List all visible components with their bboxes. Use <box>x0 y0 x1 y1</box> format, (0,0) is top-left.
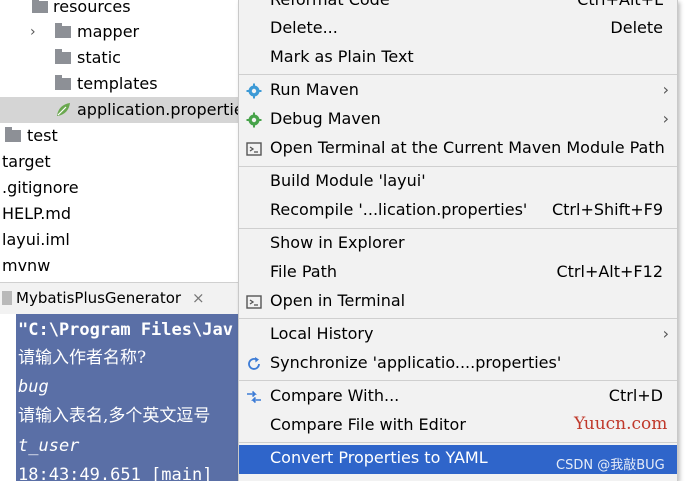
menu-item-shortcut: Ctrl+D <box>608 386 663 405</box>
menu-separator <box>239 228 677 229</box>
menu-item-show-in-explorer[interactable]: Show in Explorer <box>239 230 677 259</box>
menu-item-label: Compare File with Editor <box>270 415 466 434</box>
menu-item-label: Mark as Plain Text <box>270 47 414 66</box>
menu-item-label: Run Maven <box>270 80 359 99</box>
menu-item-label: Delete... <box>270 18 338 37</box>
menu-separator <box>239 442 677 443</box>
tree-item-label: layui.iml <box>2 230 70 249</box>
console-line: 请输入作者名称? <box>18 348 147 368</box>
tree-item-label: application.properties <box>77 100 252 119</box>
menu-item-label: Recompile '...lication.properties' <box>270 200 528 219</box>
menu-separator <box>239 380 677 381</box>
menu-separator <box>239 166 677 167</box>
terminal-icon <box>246 295 262 309</box>
menu-item-label: Open Terminal at the Current Maven Modul… <box>270 138 665 157</box>
chevron-right-icon[interactable]: › <box>30 19 36 45</box>
console-output[interactable]: "C:\Program Files\Jav 请输入作者名称? bug 请输入表名… <box>16 314 238 481</box>
folder-icon <box>55 49 71 64</box>
tree-item-label: .gitignore <box>2 178 79 197</box>
folder-icon <box>55 75 71 90</box>
menu-item-label: Convert Properties to YAML <box>270 448 488 467</box>
compare-arrows-icon <box>247 390 261 404</box>
menu-separator <box>239 318 677 319</box>
menu-item-compare-with[interactable]: Compare With... Ctrl+D <box>239 383 677 412</box>
menu-item-label: Show in Explorer <box>270 233 405 252</box>
menu-item-local-history[interactable]: Local History › <box>239 321 677 350</box>
console-line: t_user <box>18 436 80 456</box>
menu-item-recompile[interactable]: Recompile '...lication.properties' Ctrl+… <box>239 197 677 226</box>
console: "C:\Program Files\Jav 请输入作者名称? bug 请输入表名… <box>0 314 238 481</box>
chevron-right-icon: › <box>662 109 669 128</box>
console-line: "C:\Program Files\Jav <box>18 320 233 340</box>
tree-item-label: test <box>27 126 58 145</box>
tree-item-gitignore[interactable]: .gitignore <box>0 175 238 201</box>
tree-item-mapper[interactable]: › mapper <box>0 19 238 45</box>
tree-item-label: mvnw <box>2 256 51 275</box>
console-line: 18:43:49.651 [main] <box>18 465 213 481</box>
menu-item-mark-plain-text[interactable]: Mark as Plain Text <box>239 44 677 73</box>
menu-item-label: Build Module 'layui' <box>270 171 426 190</box>
menu-item-open-terminal-module[interactable]: Open Terminal at the Current Maven Modul… <box>239 135 677 164</box>
menu-item-shortcut: Ctrl+Alt+L <box>577 0 663 9</box>
menu-item-label: Local History <box>270 324 374 343</box>
chevron-right-icon: › <box>662 80 669 99</box>
run-tab-label[interactable]: MybatisPlusGenerator <box>16 289 181 307</box>
tree-item-iml[interactable]: layui.iml <box>0 227 238 253</box>
folder-icon <box>32 0 48 13</box>
tree-item-label: HELP.md <box>2 204 72 223</box>
console-line: bug <box>18 377 49 397</box>
tree-item-help[interactable]: HELP.md <box>0 201 238 227</box>
menu-item-shortcut: Delete <box>610 18 663 37</box>
tree-item-label: mapper <box>77 22 140 41</box>
tree-item-mvnw[interactable]: mvnw <box>0 253 238 279</box>
console-line: 请输入表名,多个英文逗号 <box>18 406 211 426</box>
tree-item-label: templates <box>77 74 158 93</box>
tree-item-resources[interactable]: resources <box>0 0 238 20</box>
chevron-right-icon: › <box>662 324 669 343</box>
tree-item-label: target <box>2 152 51 171</box>
menu-item-delete[interactable]: Delete... Delete <box>239 15 677 44</box>
terminal-icon <box>246 142 262 156</box>
gear-icon <box>246 83 262 99</box>
menu-item-label: Compare With... <box>270 386 400 405</box>
menu-item-build-module[interactable]: Build Module 'layui' <box>239 168 677 197</box>
site-watermark: Yuucn.com <box>574 414 668 434</box>
folder-icon <box>5 127 21 142</box>
tree-item-target[interactable]: target <box>0 149 238 175</box>
menu-item-synchronize[interactable]: Synchronize 'applicatio....properties' <box>239 350 677 379</box>
menu-item-label: Reformat Code <box>270 0 390 9</box>
menu-item-debug-maven[interactable]: Debug Maven › <box>239 106 677 135</box>
menu-item-reformat-code[interactable]: Reformat Code Ctrl+Alt+L <box>239 0 677 16</box>
menu-item-label: Synchronize 'applicatio....properties' <box>270 353 562 372</box>
tree-item-label: static <box>77 48 121 67</box>
folder-icon <box>55 23 71 38</box>
run-tab-bar: MybatisPlusGenerator × <box>0 282 238 316</box>
refresh-icon <box>248 357 260 370</box>
menu-item-open-in-terminal[interactable]: Open in Terminal <box>239 288 677 317</box>
menu-item-file-path[interactable]: File Path Ctrl+Alt+F12 <box>239 259 677 288</box>
csdn-watermark: CSDN @我敲BUG <box>556 458 665 473</box>
run-config-icon <box>2 291 12 305</box>
gear-icon <box>246 112 262 128</box>
menu-separator <box>239 74 677 75</box>
menu-item-label: Open in Terminal <box>270 291 406 310</box>
context-menu: Reformat Code Ctrl+Alt+L Delete... Delet… <box>238 0 678 481</box>
menu-item-shortcut: Ctrl+Shift+F9 <box>551 200 663 219</box>
tree-item-static[interactable]: static <box>0 45 238 71</box>
leaf-icon <box>57 103 70 116</box>
tree-item-templates[interactable]: templates <box>0 71 238 97</box>
menu-item-label: File Path <box>270 262 338 281</box>
tree-item-label: resources <box>53 0 131 16</box>
menu-item-run-maven[interactable]: Run Maven › <box>239 77 677 106</box>
menu-item-shortcut: Ctrl+Alt+F12 <box>556 262 663 281</box>
tree-item-test[interactable]: test <box>0 123 238 149</box>
menu-item-label: Debug Maven <box>270 109 381 128</box>
close-icon[interactable]: × <box>192 289 205 307</box>
project-tree: resources › mapper static templates appl… <box>0 0 252 282</box>
tree-item-application-properties[interactable]: application.properties <box>0 97 252 123</box>
